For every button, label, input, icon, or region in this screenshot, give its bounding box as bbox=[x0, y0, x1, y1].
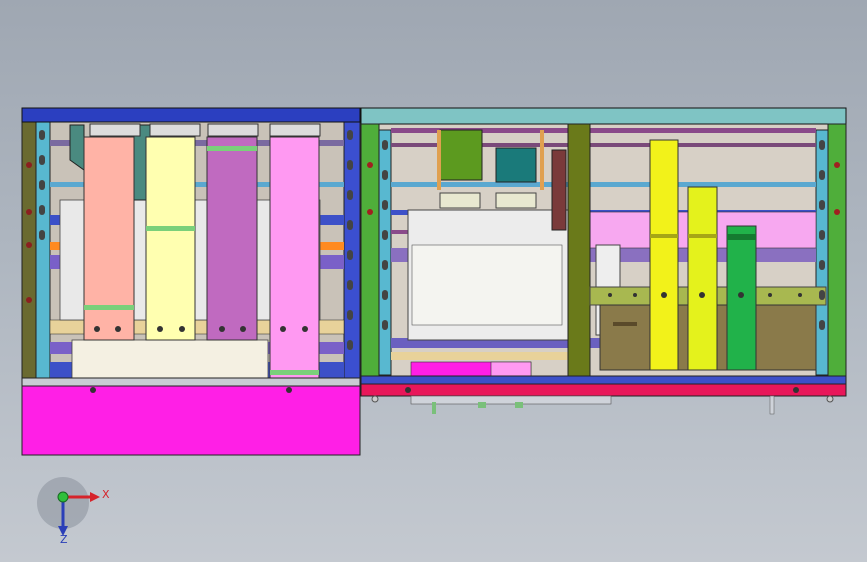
right-enclosure bbox=[360, 107, 847, 415]
busbar-purple bbox=[206, 136, 258, 341]
busbar-light-yellow bbox=[145, 136, 196, 341]
cad-viewport[interactable]: X Z bbox=[0, 0, 867, 562]
busbar-yellow-2 bbox=[687, 186, 718, 371]
left-enclosure bbox=[21, 107, 361, 456]
right-top-frame bbox=[360, 107, 847, 125]
x-axis-label: X bbox=[102, 488, 110, 501]
busbar-yellow bbox=[649, 139, 679, 371]
left-bottom-panel bbox=[21, 385, 361, 456]
center-divider-rail bbox=[567, 123, 591, 377]
left-top-frame bbox=[21, 107, 361, 123]
busbar-pink bbox=[269, 136, 320, 383]
z-axis-label: Z bbox=[60, 533, 68, 546]
axes-triad: X Z bbox=[37, 477, 110, 546]
right-bottom-rail bbox=[360, 383, 847, 397]
busbar-green bbox=[726, 225, 757, 371]
